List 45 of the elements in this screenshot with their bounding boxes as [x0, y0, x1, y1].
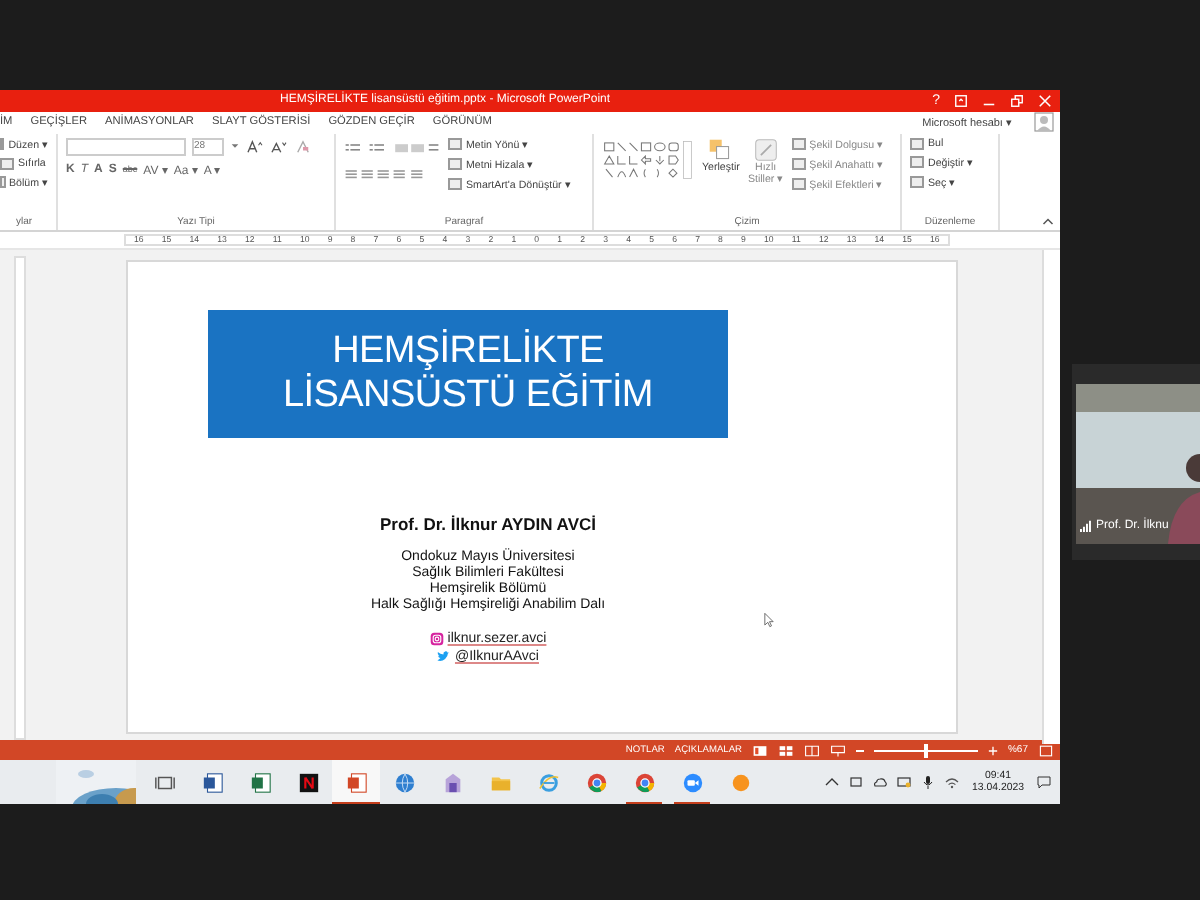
restore-icon[interactable] — [1010, 93, 1024, 108]
collapse-ribbon-icon[interactable] — [1042, 215, 1054, 226]
arrange-icon — [708, 137, 733, 162]
video-app-icon — [297, 771, 319, 794]
microphone-icon[interactable] — [920, 774, 937, 791]
signal-icon — [1080, 520, 1092, 532]
spreadsheet-app-icon — [249, 771, 271, 794]
normal-view-icon[interactable] — [751, 743, 768, 758]
globe-icon — [393, 771, 415, 794]
caret-down-icon[interactable] — [230, 142, 240, 151]
list-buttons-icon[interactable] — [344, 141, 440, 156]
task-view-icon — [153, 771, 175, 794]
caret-up-icon[interactable] — [824, 774, 841, 791]
notification-icon[interactable] — [1036, 774, 1052, 791]
browser-icon — [585, 771, 607, 794]
browser-icon — [537, 771, 559, 794]
wifi-icon[interactable] — [944, 774, 961, 791]
fit-slide-icon[interactable] — [1038, 743, 1054, 758]
browser-icon — [633, 771, 655, 794]
shapes-gallery-icon[interactable] — [602, 137, 694, 182]
house-icon — [441, 771, 463, 794]
instagram-icon — [429, 631, 444, 646]
slideshow-icon[interactable] — [829, 743, 846, 758]
document-app-icon — [201, 771, 223, 794]
circle-icon — [729, 771, 751, 794]
slide-title: LİSANSÜSTÜ EĞİTİM — [283, 373, 653, 418]
font-name-field[interactable] — [66, 137, 186, 156]
presentation-app-icon — [345, 771, 367, 794]
reading-view-icon[interactable] — [803, 743, 820, 758]
grid-view-icon[interactable] — [777, 743, 794, 758]
author-name: Prof. Dr. İlknur AYDIN AVCİ — [379, 513, 596, 534]
slide-title: HEMŞİRELİKTE — [332, 329, 604, 373]
display-icon[interactable] — [896, 774, 913, 791]
shrink-font-icon[interactable] — [270, 139, 288, 154]
grow-font-icon[interactable] — [246, 139, 264, 154]
cloud-icon[interactable] — [872, 774, 889, 791]
video-camera-icon — [681, 771, 703, 794]
bird-icon — [436, 649, 451, 664]
ribbon-options-icon[interactable] — [954, 93, 968, 108]
clear-format-icon[interactable] — [294, 139, 312, 154]
scrollbar[interactable] — [1042, 249, 1060, 744]
styles-icon — [753, 137, 778, 162]
mouse-cursor-icon — [764, 611, 774, 628]
close-icon[interactable] — [1038, 93, 1052, 108]
zoom-in-icon[interactable] — [987, 745, 998, 756]
